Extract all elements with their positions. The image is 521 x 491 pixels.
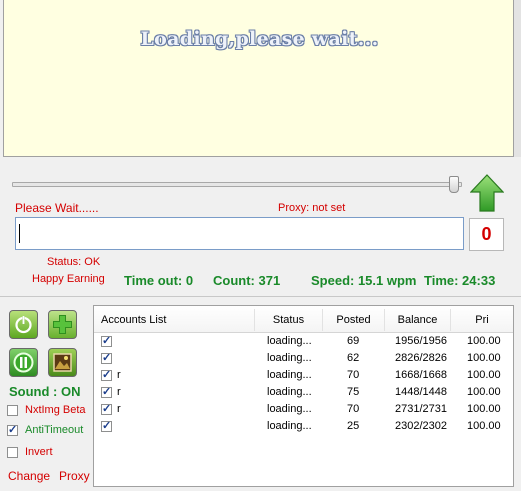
account-pri: 100.00 [467,403,501,415]
account-status: loading... [267,403,312,415]
timeout-stat: Time out: 0 [124,273,194,288]
table-row[interactable]: r loading... 70 2731/2731 100.00 [94,401,513,418]
col-posted[interactable]: Posted [323,309,385,331]
antitimeout-label: AntiTimeout [25,424,84,436]
account-posted: 75 [347,386,360,398]
accounts-list-header: Accounts List Status Posted Balance Pri [94,306,513,333]
toggle-icon [13,352,34,373]
row-checkbox[interactable] [101,334,112,347]
account-balance: 2302/2302 [395,420,447,432]
please-wait-text: Please Wait...... [15,201,99,215]
col-balance[interactable]: Balance [385,309,451,331]
account-balance: 2826/2826 [395,352,447,364]
zoom-slider-track[interactable] [12,182,462,187]
account-status: loading... [267,386,312,398]
window-edge [514,0,521,157]
proxy-link[interactable]: Proxy [59,469,90,483]
row-checkbox[interactable] [101,419,112,432]
row-checkbox[interactable] [101,402,112,415]
account-pri: 100.00 [467,335,501,347]
account-status: loading... [267,352,312,364]
captcha-answer-input[interactable] [15,217,464,250]
col-pri[interactable]: Pri [451,309,513,331]
image-button[interactable] [48,348,77,377]
toggle-button[interactable] [9,348,38,377]
change-link[interactable]: Change [8,469,50,483]
account-posted: 70 [347,403,360,415]
invert-label: Invert [25,446,53,458]
sound-status: Sound : ON [9,384,81,399]
divider [0,296,521,297]
col-accounts-list[interactable]: Accounts List [94,309,255,331]
image-icon [53,353,72,372]
account-posted: 62 [347,352,360,364]
connection-status: Status: OK [47,256,101,268]
account-status: loading... [267,335,312,347]
account-posted: 69 [347,335,360,347]
account-balance: 1448/1448 [395,386,447,398]
account-status: loading... [267,369,312,381]
power-button[interactable] [9,310,38,339]
account-name: r [117,386,121,398]
account-pri: 100.00 [467,420,501,432]
account-posted: 70 [347,369,360,381]
account-name: r [117,403,121,415]
account-posted: 25 [347,420,360,432]
table-row[interactable]: r loading... 75 1448/1448 100.00 [94,384,513,401]
time-stat: Time: 24:33 [424,273,496,288]
captcha-image-panel: Loading,please wait... [3,0,514,157]
plus-icon [53,315,72,334]
proxy-status-text: Proxy: not set [278,202,346,214]
account-pri: 100.00 [467,369,501,381]
row-checkbox[interactable] [101,368,112,381]
row-checkbox[interactable] [101,351,112,364]
row-checkbox[interactable] [101,385,112,398]
speed-stat: Speed: 15.1 wpm [311,273,417,288]
add-account-button[interactable] [48,310,77,339]
nxtimg-checkbox[interactable] [7,405,18,416]
happy-earning-text: Happy Earning [32,273,105,285]
power-icon [15,316,32,334]
account-balance: 2731/2731 [395,403,447,415]
table-row[interactable]: loading... 69 1956/1956 100.00 [94,333,513,350]
loading-message: Loading,please wait... [140,28,379,50]
zoom-slider-thumb[interactable] [449,176,459,193]
account-balance: 1956/1956 [395,335,447,347]
invert-checkbox[interactable] [7,447,18,458]
account-name: r [117,369,121,381]
account-pri: 100.00 [467,352,501,364]
captcha-counter: 0 [469,218,504,251]
table-row[interactable]: r loading... 70 1668/1668 100.00 [94,367,513,384]
col-status[interactable]: Status [255,309,323,331]
nxtimg-label: NxtImg Beta [25,404,86,416]
text-caret [19,224,20,243]
account-balance: 1668/1668 [395,369,447,381]
submit-arrow-icon[interactable] [470,174,504,212]
account-pri: 100.00 [467,386,501,398]
accounts-list[interactable]: Accounts List Status Posted Balance Pri … [93,305,514,487]
antitimeout-checkbox[interactable] [7,423,18,436]
account-status: loading... [267,420,312,432]
table-row[interactable]: loading... 25 2302/2302 100.00 [94,418,513,435]
count-stat: Count: 371 [213,273,281,288]
table-row[interactable]: loading... 62 2826/2826 100.00 [94,350,513,367]
